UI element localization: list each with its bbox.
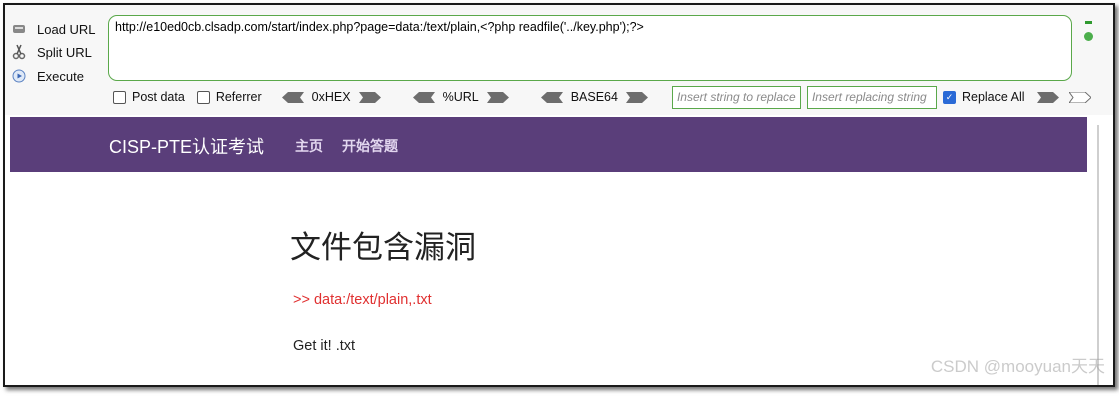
scrollbar-track[interactable] [1097, 125, 1099, 385]
nav-home[interactable]: 主页 [295, 136, 323, 156]
post-data-box[interactable] [113, 90, 126, 104]
csdn-watermark: CSDN @mooyuan天天 [930, 357, 1105, 376]
hackbar-toolbar: Load URL Split URL Execute http://e10ed0… [5, 5, 1113, 115]
page-scrollbar[interactable] [1088, 117, 1110, 385]
execute-button[interactable]: Execute [11, 65, 84, 87]
base64-encode-arrow-icon[interactable] [625, 91, 648, 103]
split-url-label: Split URL [37, 44, 92, 60]
included-file-path: >> data:/text/plain,.txt [293, 292, 432, 308]
load-url-icon [11, 21, 27, 37]
scissors-icon [11, 44, 27, 60]
hex-codec: 0xHEX [274, 90, 389, 104]
url-encode-arrow-icon[interactable] [486, 91, 509, 103]
result-text: Get it! .txt [293, 338, 356, 354]
load-url-label: Load URL [37, 21, 96, 37]
replace-arrow-icon[interactable] [1036, 91, 1059, 103]
url-input[interactable]: http://e10ed0cb.clsadp.com/start/index.p… [108, 15, 1072, 81]
hex-label: 0xHEX [311, 90, 351, 104]
page-content: 文件包含漏洞 >> data:/text/plain,.txt Get it! … [10, 172, 1087, 385]
replace-all-checkbox[interactable]: ✓ Replace All [942, 90, 1025, 104]
site-brand[interactable]: CISP-PTE认证考试 [109, 133, 264, 159]
referrer-label: Referrer [215, 90, 262, 104]
load-url-button[interactable]: Load URL [11, 18, 96, 40]
play-icon [11, 68, 27, 84]
replace-all-box[interactable]: ✓ [942, 90, 956, 104]
referrer-box[interactable] [196, 90, 210, 104]
base64-codec: BASE64 [533, 90, 656, 104]
hackbar-side-controls [1083, 19, 1095, 41]
url-codec: %URL [405, 90, 517, 104]
replacing-string-input[interactable]: Insert replacing string [806, 85, 937, 109]
replace-all-label: Replace All [961, 90, 1025, 104]
hex-encode-arrow-icon[interactable] [358, 91, 381, 103]
execute-label: Execute [37, 68, 84, 84]
post-data-label: Post data [132, 90, 185, 104]
browser-window: Load URL Split URL Execute http://e10ed0… [3, 3, 1115, 387]
hex-decode-arrow-icon[interactable] [281, 91, 304, 103]
replace-next-arrow-icon[interactable] [1068, 91, 1091, 103]
minus-icon[interactable] [1085, 21, 1092, 24]
nav-start-quiz[interactable]: 开始答题 [342, 136, 398, 156]
replace-string-input[interactable]: Insert string to replace [671, 85, 801, 109]
base64-decode-arrow-icon[interactable] [540, 91, 563, 103]
plus-icon[interactable] [1084, 32, 1093, 41]
referrer-checkbox[interactable]: Referrer [196, 90, 262, 104]
page-title: 文件包含漏洞 [290, 230, 476, 266]
base64-label: BASE64 [570, 90, 618, 104]
url-decode-arrow-icon[interactable] [412, 91, 435, 103]
hackbar-options-row: Post data Referrer 0xHEX %URL BASE64 Ins… [113, 85, 1099, 109]
post-data-checkbox[interactable]: Post data [113, 90, 185, 104]
site-navbar: CISP-PTE认证考试 主页 开始答题 [10, 117, 1087, 172]
split-url-button[interactable]: Split URL [11, 41, 92, 63]
url-label: %URL [442, 90, 479, 104]
